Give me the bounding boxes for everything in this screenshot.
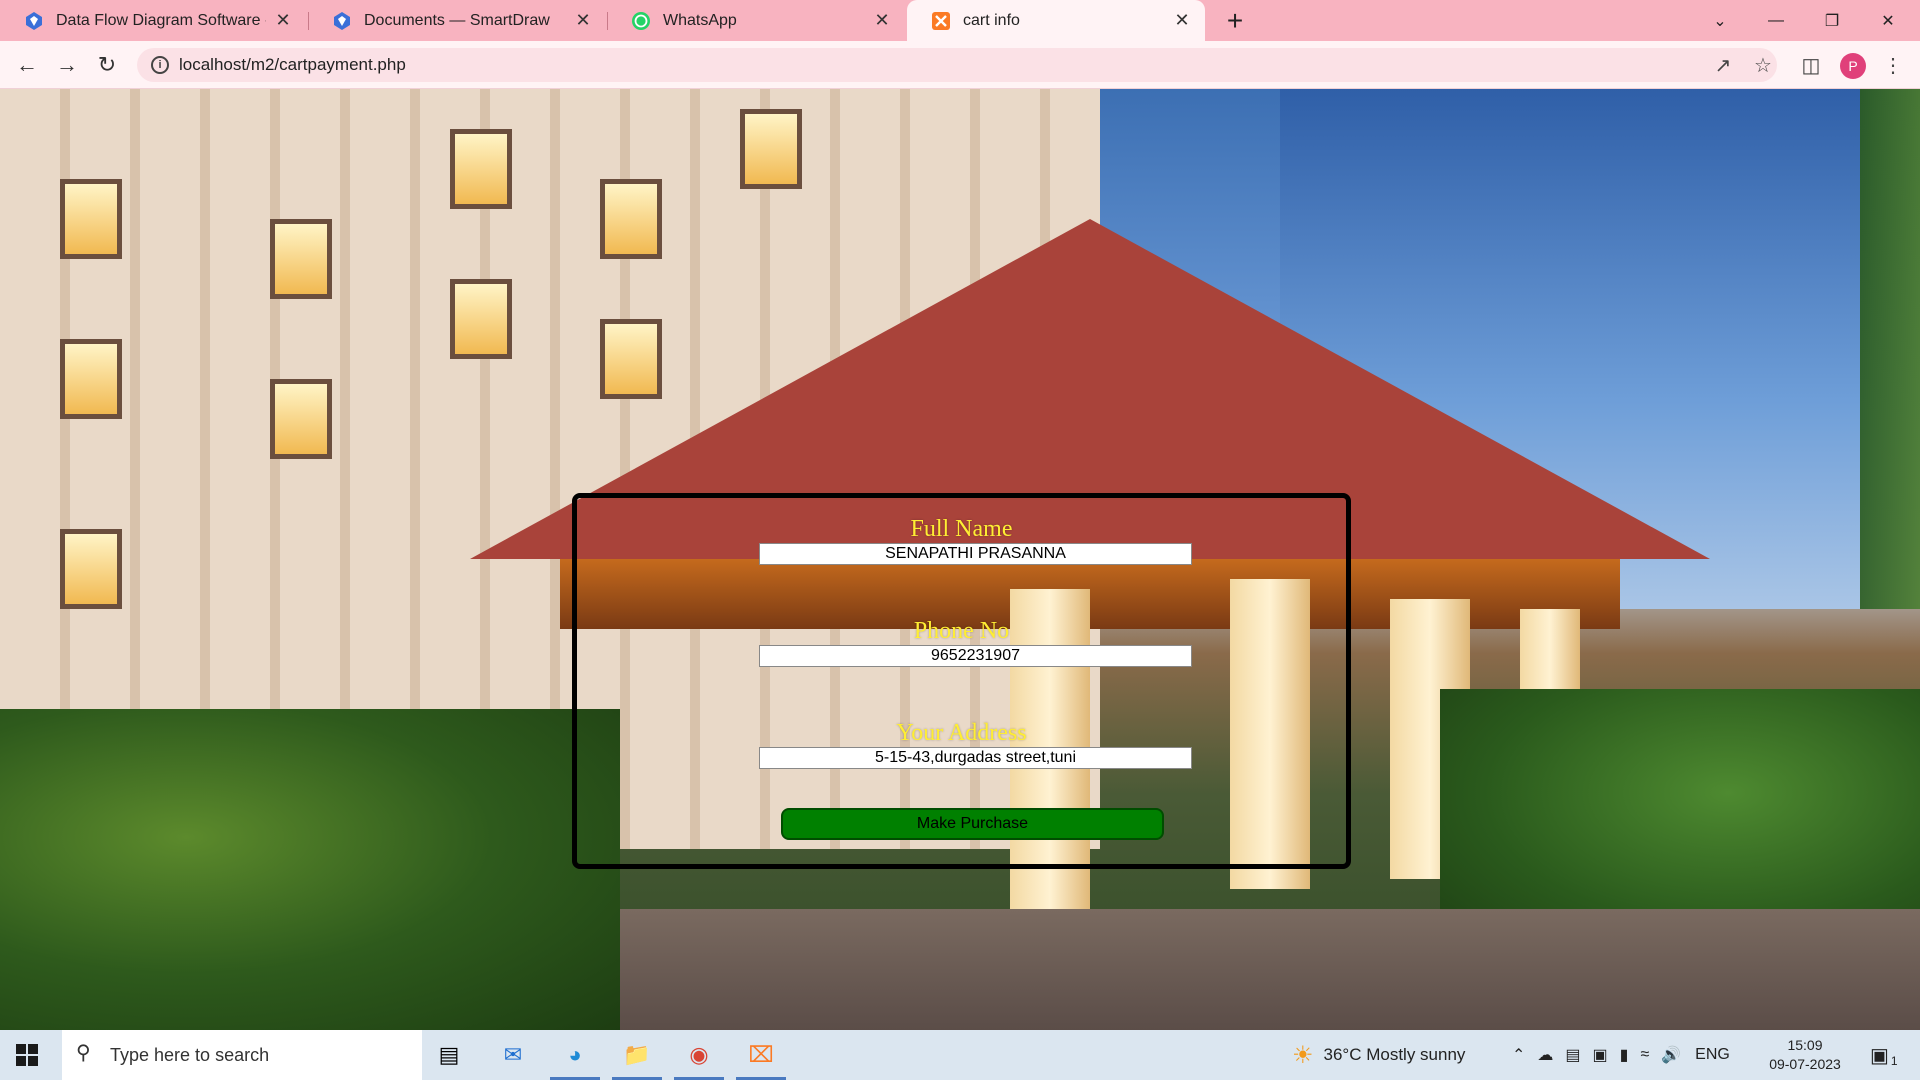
close-icon[interactable]: ✕ bbox=[574, 10, 592, 31]
windows-start-icon[interactable] bbox=[16, 1044, 38, 1066]
background-window bbox=[270, 219, 332, 299]
phone-label: Phone No bbox=[913, 618, 1010, 644]
browser-toolbar: ← → ↻ i localhost/m2/cartpayment.php ↗ ☆… bbox=[0, 41, 1920, 89]
language-indicator[interactable]: ENG bbox=[1695, 1046, 1730, 1064]
close-window-icon[interactable]: ✕ bbox=[1860, 0, 1916, 41]
system-clock[interactable]: 15:09 09-07-2023 bbox=[1760, 1036, 1850, 1074]
tab-title: Documents — SmartDraw bbox=[364, 11, 550, 29]
meet-icon[interactable]: ▤ bbox=[1565, 1045, 1580, 1065]
background-window bbox=[740, 109, 802, 189]
forward-icon[interactable]: → bbox=[52, 50, 82, 80]
close-icon[interactable]: ✕ bbox=[873, 10, 891, 31]
windows-taskbar: ⚲ Type here to search ▤ ✉ ◕ 📁 ◉ ⌧ ☀ 36°C… bbox=[0, 1030, 1920, 1080]
reload-icon[interactable]: ↻ bbox=[92, 50, 122, 80]
tab-smartdraw-documents[interactable]: Documents — SmartDraw ✕ bbox=[308, 0, 606, 41]
background-window bbox=[60, 179, 122, 259]
whatsapp-icon bbox=[632, 11, 650, 30]
tab-data-flow-diagram[interactable]: Data Flow Diagram Software - Fr ✕ bbox=[0, 0, 306, 41]
edge-icon[interactable]: ◕ bbox=[558, 1038, 592, 1072]
tab-title: Data Flow Diagram Software - Fr bbox=[56, 11, 266, 29]
site-info-icon[interactable]: i bbox=[151, 56, 169, 74]
file-explorer-icon[interactable]: 📁 bbox=[620, 1038, 654, 1072]
minimize-icon[interactable]: — bbox=[1748, 0, 1804, 41]
close-icon[interactable]: ✕ bbox=[274, 10, 292, 31]
phone-field[interactable]: 9652231907 bbox=[759, 645, 1192, 667]
address-bar[interactable]: i localhost/m2/cartpayment.php bbox=[137, 48, 1777, 82]
address-label: Your Address bbox=[896, 720, 1027, 746]
smartdraw-icon bbox=[334, 11, 350, 30]
full-name-label: Full Name bbox=[910, 516, 1013, 542]
side-panel-icon[interactable]: ◫ bbox=[1796, 50, 1826, 80]
message-icon: ▣ bbox=[1870, 1044, 1889, 1067]
back-icon[interactable]: ← bbox=[12, 50, 42, 80]
notification-count: 1 bbox=[1890, 1054, 1898, 1068]
background-palm bbox=[1860, 89, 1920, 609]
tab-whatsapp[interactable]: WhatsApp ✕ bbox=[607, 0, 905, 41]
url-text: localhost/m2/cartpayment.php bbox=[179, 55, 406, 74]
display-icon[interactable]: ▣ bbox=[1593, 1045, 1608, 1065]
tab-strip: Data Flow Diagram Software - Fr ✕ Docume… bbox=[0, 0, 1920, 41]
mail-icon[interactable]: ✉ bbox=[496, 1038, 530, 1072]
background-garden bbox=[0, 709, 620, 1030]
tab-title: WhatsApp bbox=[663, 11, 737, 29]
menu-kebab-icon[interactable]: ⋮ bbox=[1878, 50, 1908, 80]
background-driveway bbox=[600, 909, 1920, 1030]
chevron-up-icon[interactable]: ⌃ bbox=[1512, 1045, 1525, 1065]
bookmark-star-icon[interactable]: ☆ bbox=[1748, 50, 1778, 80]
smartdraw-icon bbox=[26, 11, 42, 30]
volume-icon[interactable]: 🔊 bbox=[1661, 1045, 1681, 1065]
tab-cart-info[interactable]: cart info ✕ bbox=[907, 0, 1205, 41]
payment-form: Full Name SENAPATHI PRASANNA Phone No 96… bbox=[572, 493, 1351, 869]
taskbar-search-input[interactable]: ⚲ Type here to search bbox=[62, 1030, 422, 1080]
weather-text: 36°C Mostly sunny bbox=[1323, 1045, 1466, 1064]
address-field[interactable]: 5-15-43,durgadas street,tuni bbox=[759, 747, 1192, 769]
xampp-icon[interactable]: ⌧ bbox=[744, 1038, 778, 1072]
background-window bbox=[60, 529, 122, 609]
background-window bbox=[450, 129, 512, 209]
page-viewport: Full Name SENAPATHI PRASANNA Phone No 96… bbox=[0, 89, 1920, 1030]
restore-icon[interactable]: ❐ bbox=[1804, 0, 1860, 41]
share-icon[interactable]: ↗ bbox=[1708, 50, 1738, 80]
wifi-icon[interactable]: ≈ bbox=[1640, 1046, 1649, 1064]
sun-icon: ☀ bbox=[1292, 1041, 1314, 1069]
search-icon: ⚲ bbox=[76, 1042, 91, 1064]
new-tab-button[interactable]: + bbox=[1220, 6, 1250, 36]
make-purchase-button[interactable]: Make Purchase bbox=[781, 808, 1164, 840]
weather-widget[interactable]: ☀ 36°C Mostly sunny bbox=[1292, 1030, 1465, 1080]
tab-search-icon[interactable]: ⌄ bbox=[1692, 0, 1748, 41]
tab-title: cart info bbox=[963, 11, 1020, 29]
chrome-icon[interactable]: ◉ bbox=[682, 1038, 716, 1072]
notification-center-icon[interactable]: ▣ 1 bbox=[1870, 1030, 1898, 1080]
system-tray-icons: ⌃ ☁ ▤ ▣ ▮ ≈ 🔊 ENG bbox=[1512, 1030, 1730, 1080]
background-window bbox=[60, 339, 122, 419]
battery-icon[interactable]: ▮ bbox=[1620, 1045, 1629, 1065]
full-name-field[interactable]: SENAPATHI PRASANNA bbox=[759, 543, 1192, 565]
background-window bbox=[270, 379, 332, 459]
task-view-icon[interactable]: ▤ bbox=[432, 1038, 466, 1072]
profile-avatar[interactable]: P bbox=[1840, 53, 1866, 79]
search-placeholder: Type here to search bbox=[110, 1044, 270, 1065]
close-icon[interactable]: ✕ bbox=[1173, 10, 1191, 31]
clock-date: 09-07-2023 bbox=[1769, 1056, 1841, 1072]
clock-time: 15:09 bbox=[1787, 1037, 1823, 1053]
cloud-icon[interactable]: ☁ bbox=[1537, 1045, 1553, 1065]
xampp-icon bbox=[932, 11, 950, 30]
